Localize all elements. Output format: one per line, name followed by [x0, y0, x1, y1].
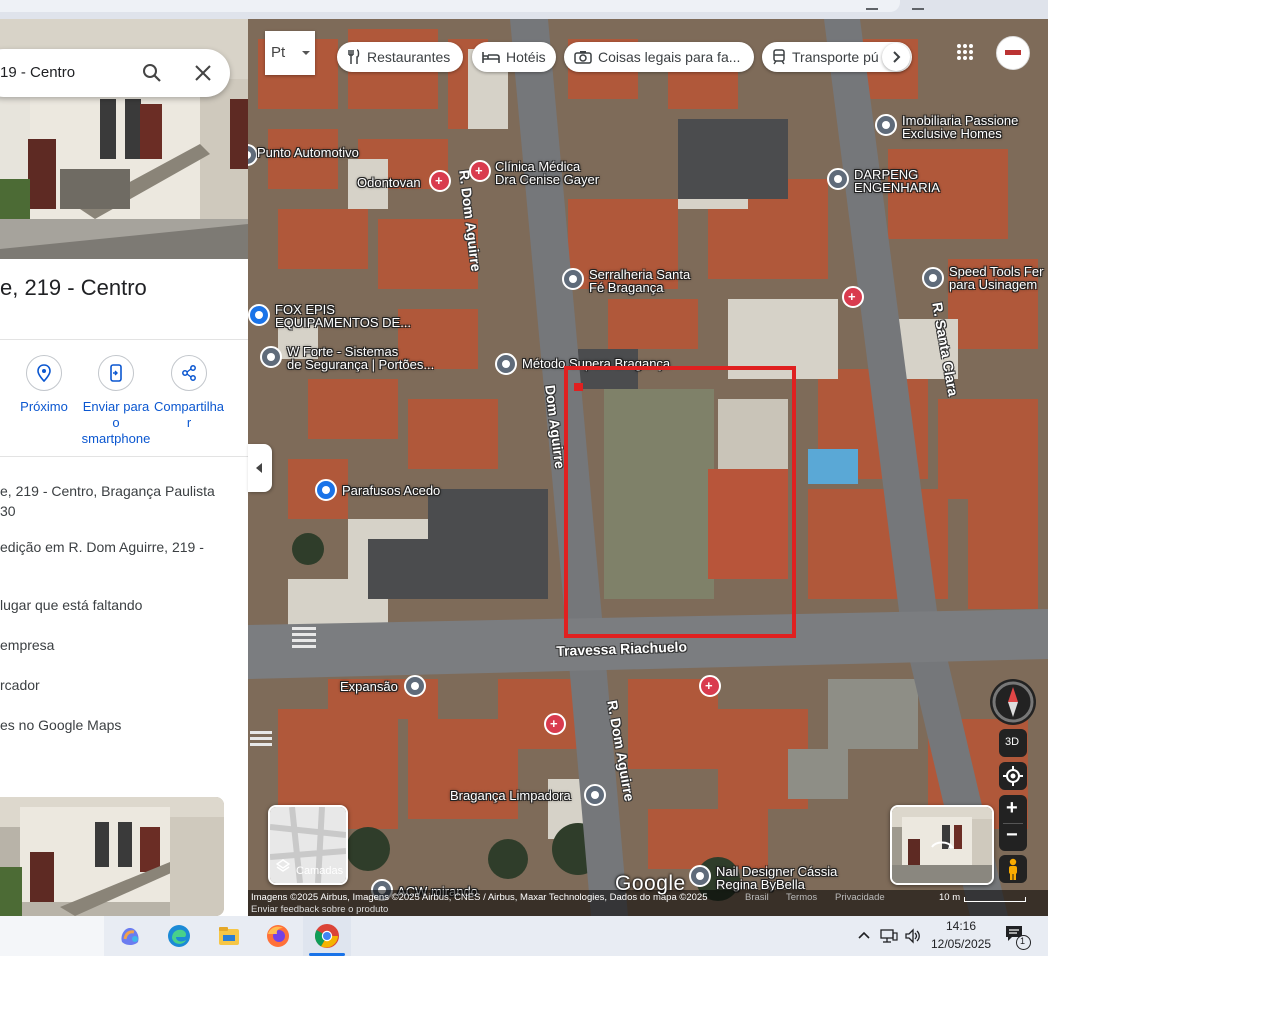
- firefox-icon[interactable]: [264, 922, 292, 950]
- highlight-marker: [574, 383, 583, 391]
- pegman-button[interactable]: [999, 855, 1027, 883]
- nearby-button[interactable]: Próximo: [4, 355, 84, 415]
- zoom-in-button[interactable]: +: [1006, 797, 1018, 820]
- share-icon: [182, 365, 196, 381]
- chip-transit-label: Transporte pú: [792, 49, 879, 65]
- layers-icon: [276, 859, 290, 872]
- chevron-right-icon: [893, 51, 901, 63]
- pegman-icon: [1009, 858, 1017, 880]
- divider: [0, 339, 248, 340]
- chip-things-to-do-label: Coisas legais para fa...: [598, 49, 741, 65]
- account-avatar[interactable]: [996, 36, 1030, 70]
- chip-things-to-do[interactable]: Coisas legais para fa...: [564, 42, 754, 72]
- search-input[interactable]: 19 - Centro: [0, 64, 75, 81]
- add-marker-link[interactable]: rcador: [0, 675, 40, 695]
- add-missing-place-link[interactable]: lugar que está faltando: [0, 595, 142, 615]
- chevron-up-icon[interactable]: [857, 930, 871, 940]
- place-panel: 19 - Centro e, 219 - Centro Próximo Envi…: [0, 19, 248, 916]
- suggest-edit-link[interactable]: edição em R. Dom Aguirre, 219 -: [0, 537, 204, 557]
- footer-link-privacy[interactable]: Privacidade: [835, 892, 885, 903]
- fork-knife-icon: [348, 49, 360, 64]
- chip-restaurants[interactable]: Restaurantes: [337, 42, 463, 72]
- volume-icon[interactable]: [904, 928, 922, 944]
- footer-link-terms[interactable]: Termos: [786, 892, 817, 903]
- taskbar: 14:16 12/05/2025 1: [0, 916, 1048, 956]
- 3d-label: 3D: [1005, 736, 1020, 748]
- street-photo[interactable]: [0, 797, 224, 916]
- map-view-toggle[interactable]: Pt: [265, 31, 315, 75]
- taskbar-search-area[interactable]: [0, 916, 104, 956]
- divider: [0, 456, 248, 457]
- your-places-link[interactable]: es no Google Maps: [0, 715, 121, 735]
- send-to-phone-label-line2: o: [112, 415, 120, 430]
- train-icon: [773, 49, 785, 65]
- chips-next-button[interactable]: [882, 43, 910, 71]
- chevron-down-icon: [302, 51, 310, 55]
- my-location-button[interactable]: [999, 762, 1027, 790]
- file-explorer-icon[interactable]: [215, 922, 243, 950]
- camera-icon: [574, 51, 592, 64]
- edge-icon[interactable]: [165, 922, 193, 950]
- close-icon[interactable]: [866, 0, 878, 10]
- satellite-map[interactable]: Pt Restaurantes Hotéis Coisas legais par…: [248, 19, 1048, 916]
- layers-label: Camadas: [296, 865, 344, 877]
- address-zip: 30: [0, 503, 16, 519]
- medical-icon: +: [475, 163, 483, 178]
- google-logo: Google: [615, 872, 686, 895]
- search-box[interactable]: 19 - Centro: [0, 49, 230, 97]
- network-icon[interactable]: [880, 928, 898, 944]
- bed-icon: [482, 52, 500, 63]
- compass-button[interactable]: [990, 679, 1036, 725]
- medical-icon: +: [705, 678, 713, 693]
- medical-icon: +: [435, 173, 443, 188]
- apps-grid-icon[interactable]: [956, 43, 974, 61]
- view-toggle-label: Pt: [271, 44, 286, 61]
- taskbar-active-app[interactable]: [303, 916, 351, 956]
- nearby-label: Próximo: [20, 399, 68, 414]
- send-to-phone-label-line3: smartphone: [81, 431, 151, 446]
- notification-count: 1: [1020, 936, 1026, 946]
- share-button[interactable]: Compartilha r: [149, 355, 229, 431]
- copilot-icon[interactable]: [116, 922, 144, 950]
- screen: 19 - Centro e, 219 - Centro Próximo Envi…: [0, 0, 1048, 956]
- phone-icon: [110, 364, 122, 382]
- chip-restaurants-label: Restaurantes: [367, 49, 451, 65]
- close-icon[interactable]: [193, 63, 213, 83]
- footer-link-country[interactable]: Brasil: [745, 892, 769, 903]
- chrome-icon: [313, 922, 341, 950]
- search-icon[interactable]: [142, 63, 162, 83]
- zoom-out-button[interactable]: −: [1006, 824, 1018, 847]
- notification-badge: 1: [1016, 935, 1031, 950]
- address-bar[interactable]: [0, 0, 900, 12]
- chip-hotels-label: Hotéis: [506, 49, 546, 65]
- street-view-thumbnail[interactable]: [890, 805, 994, 885]
- my-location-icon: [1003, 766, 1023, 786]
- medical-icon: +: [550, 716, 558, 731]
- add-business-link[interactable]: empresa: [0, 635, 54, 655]
- share-label-line2: r: [186, 415, 192, 430]
- nearby-icon: [37, 364, 51, 382]
- medical-icon: +: [848, 289, 856, 304]
- feedback-link[interactable]: Enviar feedback sobre o produto: [251, 904, 388, 915]
- place-title: e, 219 - Centro: [0, 275, 147, 300]
- 3d-button[interactable]: 3D: [999, 729, 1027, 757]
- notification-center-button[interactable]: 1: [1004, 924, 1031, 950]
- browser-toolbar: [0, 0, 1048, 19]
- chip-hotels[interactable]: Hotéis: [472, 42, 556, 72]
- scale-label[interactable]: 10 m: [939, 892, 960, 903]
- chevron-left-icon: [256, 463, 262, 473]
- compass-icon: [992, 681, 1034, 723]
- clock-date[interactable]: 12/05/2025: [931, 937, 991, 951]
- layers-button[interactable]: Camadas: [268, 805, 348, 885]
- highlight-rectangle: [564, 366, 796, 638]
- send-to-phone-label-line1: Enviar para: [82, 399, 150, 414]
- scale-bar: [964, 897, 1026, 902]
- address-line[interactable]: e, 219 - Centro, Bragança Paulista: [0, 481, 215, 501]
- share-label-line1: Compartilha: [153, 399, 225, 414]
- window-icon[interactable]: [912, 0, 924, 10]
- clock-time[interactable]: 14:16: [946, 919, 976, 933]
- zoom-controls: + −: [999, 795, 1027, 851]
- send-to-phone-button[interactable]: Enviar para o smartphone: [76, 355, 156, 447]
- collapse-panel-button[interactable]: [248, 444, 272, 492]
